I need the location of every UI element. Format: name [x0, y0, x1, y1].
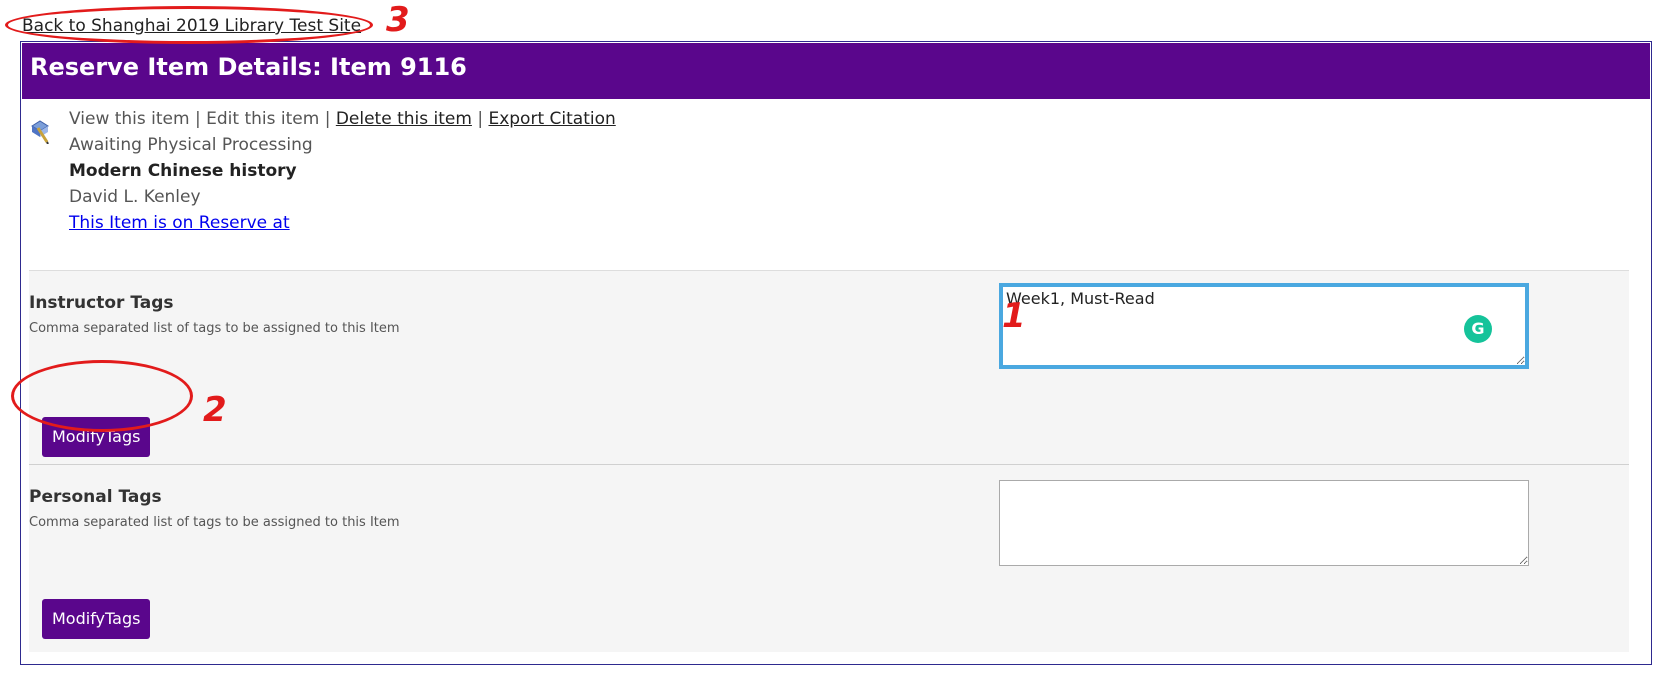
instructor-tags-help: Comma separated list of tags to be assig…	[29, 321, 400, 336]
personal-tags-input[interactable]	[999, 480, 1529, 566]
personal-tags-section: Personal Tags Comma separated list of ta…	[29, 464, 1629, 576]
annotation-label-1: 1	[1002, 296, 1026, 336]
item-title: Modern Chinese history	[69, 161, 297, 181]
separator: |	[324, 109, 331, 129]
personal-tags-actions: ModifyTags	[29, 576, 1629, 652]
item-author: David L. Kenley	[69, 187, 201, 207]
personal-tags-help: Comma separated list of tags to be assig…	[29, 515, 400, 530]
annotation-ellipse-3	[5, 6, 373, 44]
instructor-tags-section: Instructor Tags Comma separated list of …	[29, 270, 1629, 384]
item-info: View this item | Edit this item | Delete…	[69, 106, 616, 236]
instructor-tags-label: Instructor Tags	[29, 293, 174, 313]
instructor-tags-actions: ModifyTags	[29, 384, 1629, 464]
instructor-tags-input[interactable]: Week1, Must-Read	[999, 283, 1529, 369]
reserve-item-panel: Reserve Item Details: Item 9116 View thi…	[20, 41, 1652, 665]
book-pencil-icon	[29, 118, 51, 145]
view-item-text: View this item	[69, 109, 190, 129]
separator: |	[194, 109, 201, 129]
edit-item-text: Edit this item	[206, 109, 320, 129]
annotation-label-2: 2	[203, 390, 227, 430]
export-citation-link[interactable]: Export Citation	[488, 109, 615, 129]
item-actions: View this item | Edit this item | Delete…	[69, 106, 616, 132]
modify-personal-tags-button[interactable]: ModifyTags	[42, 599, 151, 639]
annotation-ellipse-2	[11, 360, 193, 432]
annotation-label-3: 3	[386, 0, 410, 40]
separator: |	[477, 109, 484, 129]
page-title: Reserve Item Details: Item 9116	[22, 43, 1650, 99]
on-reserve-link[interactable]: This Item is on Reserve at	[69, 213, 290, 233]
personal-tags-label: Personal Tags	[29, 487, 162, 507]
item-status: Awaiting Physical Processing	[69, 135, 313, 155]
grammarly-icon[interactable]: G	[1464, 315, 1492, 343]
delete-item-link[interactable]: Delete this item	[336, 109, 472, 129]
page: Back to Shanghai 2019 Library Test Site …	[0, 0, 1662, 684]
